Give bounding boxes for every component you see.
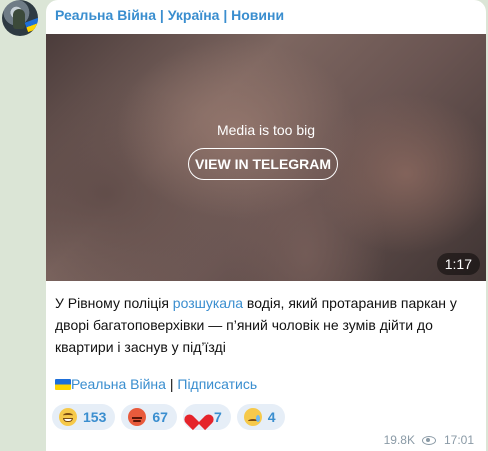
crying-face-icon — [243, 408, 262, 426]
reaction-angry[interactable]: 67 — [121, 404, 177, 430]
reaction-count: 4 — [267, 409, 276, 425]
message-bubble: Реальна Війна | Україна | Новини Media i… — [46, 0, 486, 451]
reaction-crying[interactable]: 4 — [236, 404, 285, 430]
ukraine-flag-icon — [55, 379, 71, 390]
soldier-figure — [13, 9, 25, 29]
channel-signature: Реальна Війна | Підписатись — [55, 376, 257, 392]
channel-name[interactable]: Реальна Війна | Україна | Новини — [55, 7, 284, 23]
caption-link[interactable]: розшукала — [173, 295, 243, 311]
reaction-grinning[interactable]: 153 — [52, 404, 116, 430]
channel-link[interactable]: Реальна Війна — [71, 376, 166, 392]
signature-separator: | — [165, 376, 178, 392]
subscribe-link[interactable]: Підписатись — [177, 376, 257, 392]
reaction-heart[interactable]: 7 — [182, 404, 231, 430]
message-text: У Рівному поліція розшукала водія, який … — [55, 292, 475, 358]
eye-icon — [421, 435, 436, 445]
reaction-count: 153 — [83, 409, 107, 425]
view-in-telegram-button[interactable]: VIEW IN TELEGRAM — [188, 148, 338, 180]
caption-text-part1: У Рівному поліція — [55, 295, 173, 311]
red-heart-icon — [190, 408, 208, 426]
video-duration-badge: 1:17 — [436, 253, 480, 275]
view-count: 19.8K — [383, 433, 415, 447]
video-preview[interactable]: Media is too big VIEW IN TELEGRAM 1:17 — [46, 34, 486, 281]
channel-avatar[interactable] — [2, 0, 38, 36]
reaction-count: 67 — [152, 409, 168, 425]
angry-face-icon — [128, 408, 147, 426]
message-time: 17:01 — [443, 433, 474, 447]
message-meta: 19.8K 17:01 — [384, 433, 474, 447]
ukraine-flag-icon — [24, 17, 38, 33]
grinning-face-icon — [59, 408, 77, 426]
reactions-bar: 153 67 7 4 — [52, 404, 285, 430]
reaction-count: 7 — [213, 409, 222, 425]
media-notice: Media is too big — [216, 122, 316, 138]
